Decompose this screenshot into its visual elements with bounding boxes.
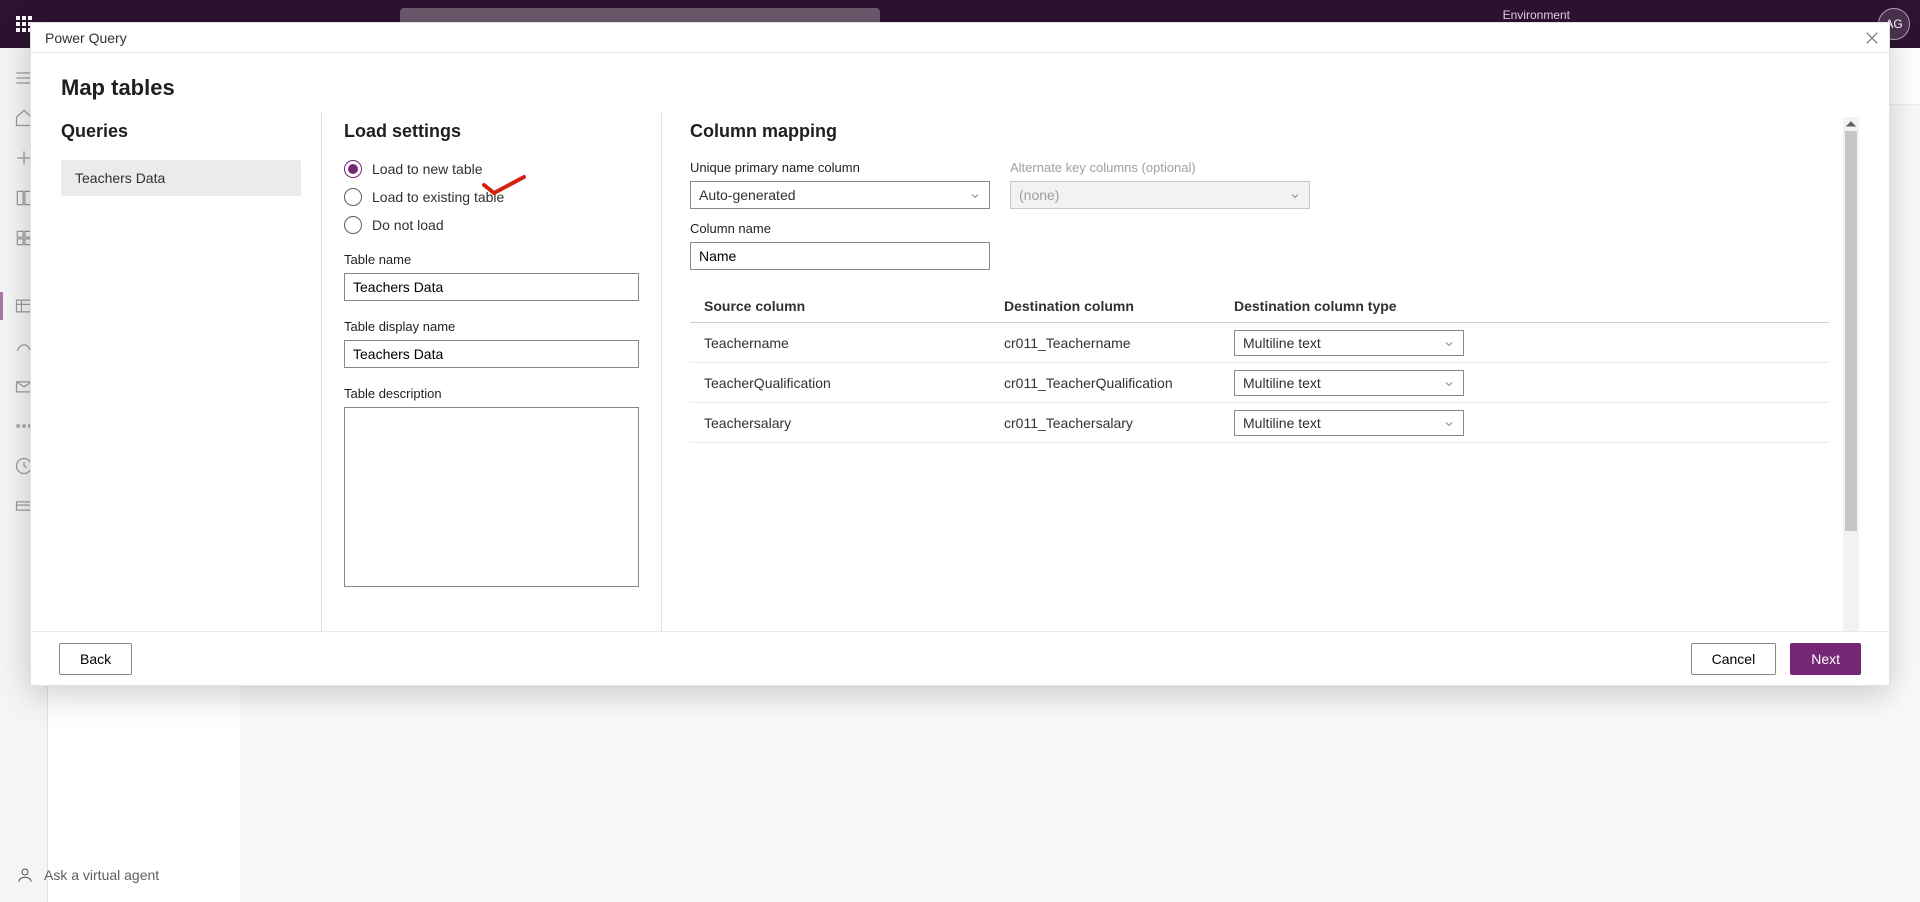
chevron-down-icon <box>1289 189 1301 201</box>
table-row: Teachersalary cr011_Teachersalary Multil… <box>690 403 1829 443</box>
chevron-down-icon <box>969 189 981 201</box>
queries-heading: Queries <box>61 121 321 142</box>
next-button[interactable]: Next <box>1790 643 1861 675</box>
radio-icon <box>344 188 362 206</box>
alt-key-value: (none) <box>1019 187 1059 203</box>
mapping-table: Source column Destination column Destina… <box>690 290 1829 443</box>
primary-name-dropdown[interactable]: Auto-generated <box>690 181 990 209</box>
header-dest: Destination column <box>1004 298 1234 314</box>
table-row: TeacherQualification cr011_TeacherQualif… <box>690 363 1829 403</box>
load-settings-heading: Load settings <box>344 121 639 142</box>
modal-title: Power Query <box>45 30 127 46</box>
column-mapping-panel: Column mapping Unique primary name colum… <box>661 111 1859 685</box>
table-description-input[interactable] <box>344 407 639 587</box>
queries-panel: Queries Teachers Data <box>61 111 321 685</box>
dest-type-dropdown[interactable]: Multiline text <box>1234 330 1464 356</box>
alt-key-label: Alternate key columns (optional) <box>1010 160 1310 175</box>
cell-source: Teachername <box>704 335 1004 351</box>
cancel-button[interactable]: Cancel <box>1691 643 1777 675</box>
column-name-input[interactable] <box>690 242 990 270</box>
radio-icon <box>344 160 362 178</box>
table-description-label: Table description <box>344 386 639 401</box>
table-display-name-input[interactable] <box>344 340 639 368</box>
primary-name-value: Auto-generated <box>699 187 796 203</box>
table-header-row: Source column Destination column Destina… <box>690 290 1829 323</box>
page-title: Map tables <box>31 53 1889 111</box>
primary-name-label: Unique primary name column <box>690 160 990 175</box>
dest-type-value: Multiline text <box>1243 335 1321 351</box>
cell-dest: cr011_Teachername <box>1004 335 1234 351</box>
table-name-input[interactable] <box>344 273 639 301</box>
column-name-label: Column name <box>690 221 990 236</box>
column-mapping-heading: Column mapping <box>690 121 1859 142</box>
dest-type-dropdown[interactable]: Multiline text <box>1234 410 1464 436</box>
header-source: Source column <box>704 298 1004 314</box>
table-name-label: Table name <box>344 252 639 267</box>
virtual-agent-link[interactable]: Ask a virtual agent <box>16 866 159 884</box>
dest-type-dropdown[interactable]: Multiline text <box>1234 370 1464 396</box>
virtual-agent-label: Ask a virtual agent <box>44 867 159 883</box>
cell-dest: cr011_Teachersalary <box>1004 415 1234 431</box>
cell-source: Teachersalary <box>704 415 1004 431</box>
bot-icon <box>16 866 34 884</box>
header-type: Destination column type <box>1234 298 1815 314</box>
power-query-modal: Power Query Map tables Queries Teachers … <box>30 22 1890 686</box>
back-button[interactable]: Back <box>59 643 132 675</box>
environment-label: Environment <box>1503 8 1570 22</box>
annotation-check-icon <box>480 173 528 197</box>
cell-source: TeacherQualification <box>704 375 1004 391</box>
modal-titlebar: Power Query <box>31 23 1889 53</box>
modal-footer: Back Cancel Next <box>31 631 1889 685</box>
alt-key-dropdown: (none) <box>1010 181 1310 209</box>
chevron-down-icon <box>1443 377 1455 389</box>
table-display-name-label: Table display name <box>344 319 639 334</box>
close-icon <box>1863 29 1881 47</box>
cell-dest: cr011_TeacherQualification <box>1004 375 1234 391</box>
chevron-down-icon <box>1443 417 1455 429</box>
load-settings-panel: Load settings Load to new table Load to … <box>321 111 661 685</box>
scroll-up-icon[interactable] <box>1843 117 1859 131</box>
radio-icon <box>344 216 362 234</box>
radio-label: Load to new table <box>372 161 483 177</box>
table-row: Teachername cr011_Teachername Multiline … <box>690 323 1829 363</box>
close-button[interactable] <box>1863 29 1881 47</box>
radio-do-not-load[interactable]: Do not load <box>344 216 639 234</box>
chevron-down-icon <box>1443 337 1455 349</box>
radio-label: Do not load <box>372 217 444 233</box>
query-item[interactable]: Teachers Data <box>61 160 301 196</box>
dest-type-value: Multiline text <box>1243 415 1321 431</box>
scrollbar[interactable] <box>1843 117 1859 679</box>
scroll-thumb[interactable] <box>1845 131 1857 531</box>
dest-type-value: Multiline text <box>1243 375 1321 391</box>
